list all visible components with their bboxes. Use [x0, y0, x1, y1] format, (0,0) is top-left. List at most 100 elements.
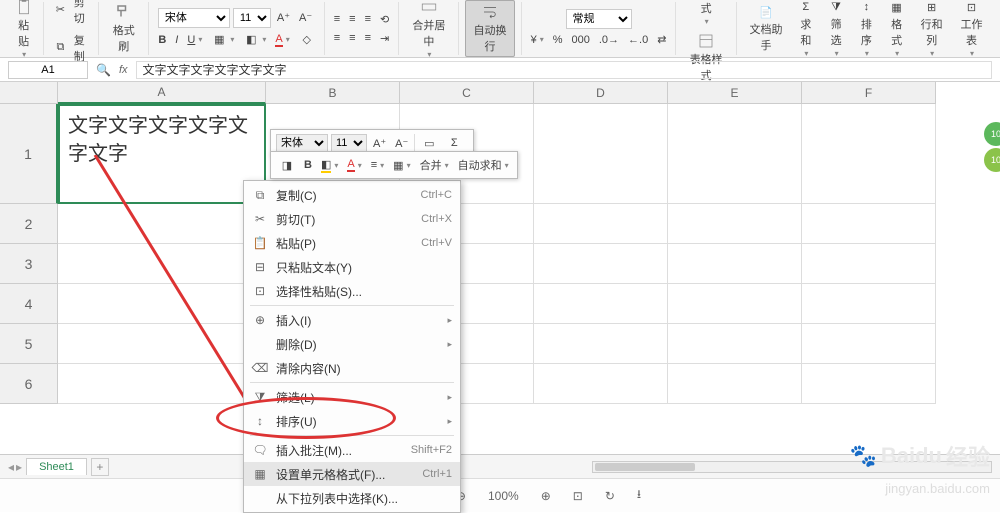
type-convert-button[interactable]: ⇄ — [654, 31, 669, 48]
menu-cut[interactable]: ✂剪切(T)Ctrl+X — [244, 207, 460, 231]
menu-insert[interactable]: ⊕插入(I)▸ — [244, 308, 460, 332]
mini-font-select[interactable]: 宋体 — [276, 134, 328, 152]
cell[interactable] — [534, 104, 668, 204]
merge-center-button[interactable]: 合并居中▾ — [405, 0, 452, 61]
select-all-corner[interactable] — [0, 82, 58, 104]
download-button[interactable]: ⭳ — [637, 485, 641, 506]
mini-merge[interactable]: 合并▾ — [417, 155, 452, 175]
decrease-decimal-button[interactable]: ←.0 — [625, 32, 651, 48]
border-button[interactable]: ▦▾ — [208, 30, 237, 50]
fill-color-button[interactable]: ◧▾ — [240, 30, 269, 50]
zoom-in-button[interactable]: ⊕ — [541, 489, 551, 503]
cell[interactable] — [668, 104, 802, 204]
mini-bold[interactable]: B — [301, 157, 315, 173]
mini-size-select[interactable]: 11 — [331, 134, 367, 152]
formula-input[interactable]: 文字文字文字文字文字文字 — [136, 61, 992, 79]
horizontal-scrollbar[interactable] — [592, 461, 992, 473]
row-header[interactable]: 3 — [0, 244, 58, 284]
cell[interactable] — [534, 284, 668, 324]
cell[interactable] — [802, 104, 936, 204]
cell[interactable] — [802, 244, 936, 284]
currency-button[interactable]: ¥▾ — [528, 32, 547, 48]
clear-format-button[interactable]: ◇ — [296, 30, 318, 50]
align-right-button[interactable]: ≡ — [362, 30, 374, 46]
fx-icon[interactable]: fx — [119, 64, 128, 76]
comma-button[interactable]: 000 — [568, 32, 592, 48]
cell[interactable] — [668, 244, 802, 284]
cell[interactable] — [802, 284, 936, 324]
sheet-tab[interactable]: Sheet1 — [26, 458, 87, 475]
increase-font-button[interactable]: A⁺ — [274, 9, 293, 26]
menu-paste[interactable]: 📋粘贴(P)Ctrl+V — [244, 231, 460, 255]
cut-button[interactable]: ✂剪切 — [50, 0, 92, 28]
menu-sort[interactable]: ↕排序(U)▸ — [244, 409, 460, 433]
rowcol-button[interactable]: ⊞行和列▾ — [913, 0, 950, 60]
bold-button[interactable]: B — [155, 32, 169, 48]
column-header[interactable]: B — [266, 82, 400, 104]
cell[interactable] — [534, 364, 668, 404]
column-header[interactable]: C — [400, 82, 534, 104]
cell[interactable] — [58, 324, 266, 364]
decrease-font-button[interactable]: A⁻ — [296, 9, 315, 26]
column-header[interactable]: E — [668, 82, 802, 104]
fit-button[interactable]: ⊡ — [573, 489, 583, 503]
align-left-button[interactable]: ≡ — [331, 30, 343, 46]
cell[interactable] — [802, 364, 936, 404]
cell[interactable] — [802, 204, 936, 244]
tab-nav[interactable]: ◂▸ — [8, 460, 22, 474]
menu-filter[interactable]: ⧩筛选(L)▸ — [244, 385, 460, 409]
column-header[interactable]: A — [58, 82, 266, 104]
font-family-select[interactable]: 宋体 — [158, 8, 230, 28]
cell[interactable] — [668, 204, 802, 244]
search-icon[interactable]: 🔍 — [96, 63, 111, 77]
mini-increase-font[interactable]: A⁺ — [370, 135, 389, 152]
menu-pick-dropdown[interactable]: 从下拉列表中选择(K)... — [244, 486, 460, 510]
mini-autosum[interactable]: 自动求和▾ — [455, 155, 512, 175]
paste-button[interactable]: 粘贴▾ — [10, 0, 37, 61]
cell[interactable] — [58, 204, 266, 244]
menu-delete[interactable]: 删除(D)▸ — [244, 332, 460, 356]
column-header[interactable]: D — [534, 82, 668, 104]
orientation-button[interactable]: ⟲ — [377, 11, 392, 28]
font-size-select[interactable]: 11 — [233, 8, 271, 28]
underline-button[interactable]: U▾ — [184, 32, 205, 48]
row-header[interactable]: 6 — [0, 364, 58, 404]
indent-button[interactable]: ⇥ — [377, 30, 392, 47]
align-top-button[interactable]: ≡ — [331, 11, 343, 27]
font-color-button[interactable]: A▾ — [272, 31, 292, 49]
mini-format-painter[interactable]: ◨ — [276, 155, 298, 175]
mini-align[interactable]: ≡▾ — [368, 157, 387, 173]
mini-merge-button[interactable]: ▭ — [418, 133, 440, 153]
menu-insert-comment[interactable]: 🗨插入批注(M)...Shift+F2 — [244, 438, 460, 462]
zoom-level[interactable]: 100% — [488, 489, 519, 503]
sort-button[interactable]: ↕排序▾ — [853, 0, 880, 60]
menu-paste-special[interactable]: ⊡选择性粘贴(S)... — [244, 279, 460, 303]
column-header[interactable]: F — [802, 82, 936, 104]
row-header[interactable]: 2 — [0, 204, 58, 244]
cell[interactable] — [668, 324, 802, 364]
row-header[interactable]: 5 — [0, 324, 58, 364]
format-button[interactable]: ▦格式▾ — [883, 0, 910, 60]
italic-button[interactable]: I — [172, 32, 181, 48]
cell[interactable] — [58, 244, 266, 284]
align-center-button[interactable]: ≡ — [346, 30, 358, 46]
autosum-button[interactable]: Σ求和▾ — [792, 0, 819, 60]
worksheet-button[interactable]: ⊡工作表▾ — [953, 0, 990, 60]
mini-border[interactable]: ▦▾ — [390, 157, 413, 174]
mini-font-color[interactable]: A▾ — [344, 156, 364, 174]
cell[interactable] — [58, 284, 266, 324]
refresh-button[interactable]: ↻ — [605, 489, 615, 503]
wrap-text-button[interactable]: 自动换行 — [465, 0, 514, 57]
filter-button[interactable]: ⧩筛选▾ — [822, 0, 849, 60]
cell[interactable] — [802, 324, 936, 364]
add-sheet-button[interactable]: + — [91, 458, 109, 476]
percent-button[interactable]: % — [550, 32, 566, 48]
conditional-format-button[interactable]: 条件格式▾ — [682, 0, 729, 28]
increase-decimal-button[interactable]: .0→ — [596, 32, 622, 48]
format-painter-button[interactable]: 格式刷 — [105, 1, 142, 56]
menu-cell-format[interactable]: ▦设置单元格格式(F)...Ctrl+1 — [244, 462, 460, 486]
cell[interactable] — [534, 324, 668, 364]
menu-paste-text[interactable]: ⊟只粘贴文本(Y) — [244, 255, 460, 279]
mini-decrease-font[interactable]: A⁻ — [392, 135, 411, 152]
cell[interactable] — [668, 284, 802, 324]
